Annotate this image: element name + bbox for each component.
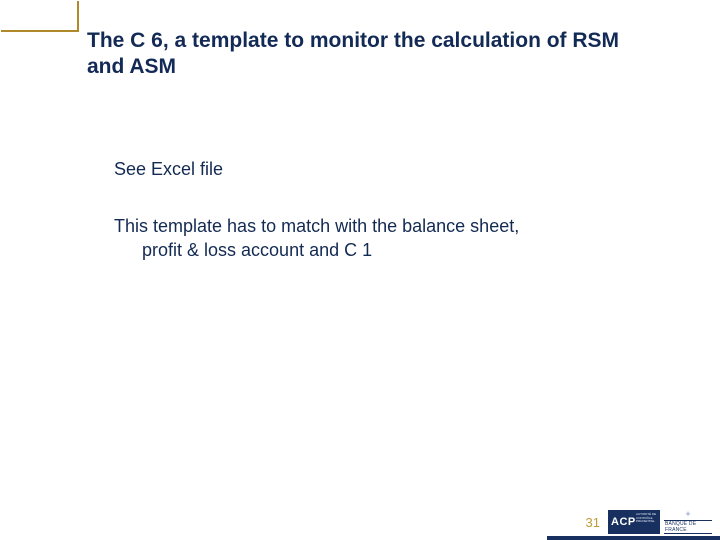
logo-acp: ACP AUTORITÉ DE CONTRÔLE PRUDENTIEL (608, 510, 660, 534)
page-number: 31 (586, 515, 600, 530)
logo-banque-de-france: ✦ BANQUE DE FRANCE (664, 510, 712, 534)
slide-title: The C 6, a template to monitor the calcu… (87, 28, 642, 81)
body-p2-line2: profit & loss account and C 1 (114, 239, 634, 262)
body-paragraph-2: This template has to match with the bala… (114, 215, 634, 262)
logo-bdf-mark-icon: ✦ (684, 510, 692, 519)
logo-acp-subtitle: AUTORITÉ DE CONTRÔLE PRUDENTIEL (636, 513, 658, 524)
body-p2-line1: This template has to match with the bala… (114, 216, 519, 236)
logo-acp-text: ACP (611, 516, 636, 528)
slide-body: See Excel file This template has to matc… (114, 158, 634, 296)
slide: The C 6, a template to monitor the calcu… (0, 0, 720, 540)
title-rule-vertical (77, 1, 79, 31)
slide-footer: 31 ACP AUTORITÉ DE CONTRÔLE PRUDENTIEL ✦… (0, 506, 720, 540)
body-paragraph-1: See Excel file (114, 158, 634, 181)
logo-bdf-text: BANQUE DE FRANCE (664, 520, 712, 534)
footer-accent-bar (0, 536, 720, 540)
title-rule-horizontal (1, 30, 79, 32)
